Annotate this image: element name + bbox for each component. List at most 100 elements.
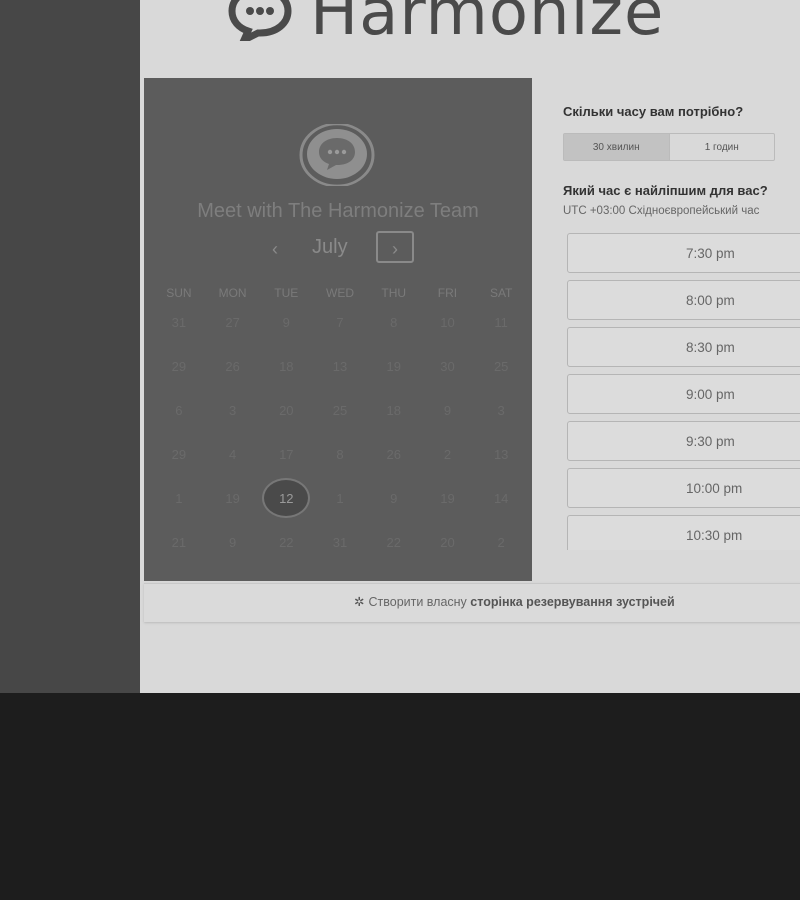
calendar-day[interactable]: 21 <box>152 520 206 564</box>
calendar-day-number: 10 <box>440 314 455 330</box>
calendar-day[interactable]: 4 <box>206 432 260 476</box>
calendar-day-number: 13 <box>493 446 509 462</box>
calendar-day[interactable]: 19 <box>206 476 260 520</box>
calendar-week-row: 1 19 12 1 9 19 14 <box>152 476 528 520</box>
calendar-day-number: 19 <box>225 490 240 506</box>
calendar-day[interactable]: 8 <box>367 300 421 344</box>
calendar-day-number: 30 <box>440 358 455 374</box>
calendar-day[interactable]: 25 <box>474 344 528 388</box>
duration-question: Скільки часу вам потрібно? <box>563 104 744 119</box>
calendar-day-number: 7 <box>336 314 344 330</box>
calendar-day[interactable]: 26 <box>206 344 260 388</box>
time-slot-button[interactable]: 8:30 pm <box>567 327 800 367</box>
calendar-day[interactable]: 9 <box>259 300 313 344</box>
calendar-day-number: 22 <box>279 534 294 550</box>
calendar-day[interactable]: 20 <box>259 388 313 432</box>
calendar-day[interactable]: 19 <box>367 344 421 388</box>
calendar-day[interactable]: 2 <box>474 520 528 564</box>
duration-option-1hour[interactable]: 1 годин <box>670 134 775 160</box>
duration-toggle: 30 хвилин 1 годин <box>563 133 775 161</box>
weekday-label: TUE <box>274 286 299 300</box>
calendar-week-row: 6 3 20 25 18 9 3 <box>152 388 528 432</box>
calendar-day-selected[interactable]: 12 <box>259 476 313 520</box>
calendar-day-number: 9 <box>228 534 237 550</box>
calendar-day[interactable]: 18 <box>259 344 313 388</box>
time-slot-button[interactable]: 9:00 pm <box>567 374 800 414</box>
calendar-day[interactable]: 19 <box>421 476 475 520</box>
calendar-day[interactable]: 13 <box>474 432 528 476</box>
calendar-day[interactable]: 10 <box>421 300 475 344</box>
time-slot-button[interactable]: 7:30 pm <box>567 233 800 273</box>
time-selection-panel: Скільки часу вам потрібно? 30 хвилин 1 г… <box>532 78 800 581</box>
create-booking-page-link[interactable]: ✲ Створити власну сторінка резервування з… <box>354 594 675 609</box>
calendar-day[interactable]: 25 <box>313 388 367 432</box>
calendar-day-number: 29 <box>171 446 187 462</box>
calendar-day[interactable]: 9 <box>367 476 421 520</box>
calendar-day-number: 8 <box>390 314 398 330</box>
calendar-day[interactable]: 7 <box>313 300 367 344</box>
calendar-day-number: 25 <box>493 358 509 374</box>
weekday-label: THU <box>381 286 407 300</box>
calendar-day[interactable]: 31 <box>313 520 367 564</box>
calendar-day[interactable]: 6 <box>152 388 206 432</box>
footer-bold-text: сторінка резервування зустрічей <box>470 595 675 609</box>
calendar-day-number: 27 <box>225 314 240 330</box>
calendar-day-number: 29 <box>171 358 187 374</box>
time-slot-button[interactable]: 8:00 pm <box>567 280 800 320</box>
calendar-day[interactable]: 30 <box>421 344 475 388</box>
calendar-day[interactable]: 13 <box>313 344 367 388</box>
calendar-day-number: 20 <box>440 534 455 550</box>
calendar-day-number: 18 <box>279 358 294 374</box>
calendar-day[interactable]: 14 <box>474 476 528 520</box>
timezone-label[interactable]: UTC +03:00 Східноєвропейський час <box>563 205 759 217</box>
calendar-day[interactable]: 17 <box>259 432 313 476</box>
weekday-label: FRI <box>437 286 458 300</box>
calendar-week-row: 31 27 9 7 8 10 11 <box>152 300 528 344</box>
calendar-week-row: 29 26 18 13 19 30 25 <box>152 344 528 388</box>
calendar-day-number: 18 <box>386 402 401 418</box>
calendar-day-number: 6 <box>175 402 183 418</box>
calendar-day[interactable]: 22 <box>259 520 313 564</box>
calendar-day-number: 26 <box>225 358 240 374</box>
next-month-button[interactable]: › <box>376 231 414 263</box>
time-slot-button[interactable]: 10:30 pm <box>567 515 800 550</box>
calendar-day[interactable]: 11 <box>474 300 528 344</box>
calendar-day[interactable]: 20 <box>421 520 475 564</box>
time-slot-button[interactable]: 10:00 pm <box>567 468 800 508</box>
month-label: July <box>312 236 348 258</box>
calendar-day[interactable]: 29 <box>152 344 206 388</box>
left-sidebar-strip <box>0 0 140 693</box>
calendar-day[interactable]: 29 <box>152 432 206 476</box>
calendar-week-row: 21 9 22 31 22 20 2 <box>152 520 528 564</box>
calendar-day[interactable]: 9 <box>206 520 260 564</box>
calendar-day[interactable]: 9 <box>421 388 475 432</box>
chat-bubble-logo-icon <box>228 0 292 41</box>
brand-name: Harmonize <box>310 0 665 50</box>
time-question: Який час є найліпшим для вас? <box>563 183 768 198</box>
calendar-day-number: 12 <box>262 478 311 518</box>
calendar-day[interactable]: 18 <box>367 388 421 432</box>
footer-bar: ✲ Створити власну сторінка резервування з… <box>144 583 800 622</box>
calendar-day[interactable]: 27 <box>206 300 260 344</box>
calendar-day[interactable]: 22 <box>367 520 421 564</box>
calendar-day[interactable]: 26 <box>367 432 421 476</box>
booking-card: Meet with The Harmonize Team ‹ July › SU… <box>144 78 800 581</box>
calendar-day[interactable]: 1 <box>313 476 367 520</box>
prev-month-button[interactable]: ‹ <box>264 237 286 261</box>
calendar-day[interactable]: 2 <box>421 432 475 476</box>
weekday-label: WED <box>326 286 355 300</box>
calendar-day-number: 26 <box>386 446 401 462</box>
calendar-day[interactable]: 1 <box>152 476 206 520</box>
calendar-day[interactable]: 3 <box>474 388 528 432</box>
calendar-day[interactable]: 8 <box>313 432 367 476</box>
calendar-day-number: 3 <box>228 402 237 418</box>
time-slot-list[interactable]: 7:30 pm 8:00 pm 8:30 pm 9:00 pm 9:30 pm … <box>567 233 800 550</box>
calendar-day-number: 2 <box>443 446 452 462</box>
calendar-day[interactable]: 31 <box>152 300 206 344</box>
time-slot-button[interactable]: 9:30 pm <box>567 421 800 461</box>
duration-option-30min[interactable]: 30 хвилин <box>564 134 670 160</box>
weekday-label: SUN <box>166 286 192 300</box>
calendar-day-number: 2 <box>497 534 505 550</box>
calendar-week-row: 29 4 17 8 26 2 13 <box>152 432 528 476</box>
calendar-day[interactable]: 3 <box>206 388 260 432</box>
